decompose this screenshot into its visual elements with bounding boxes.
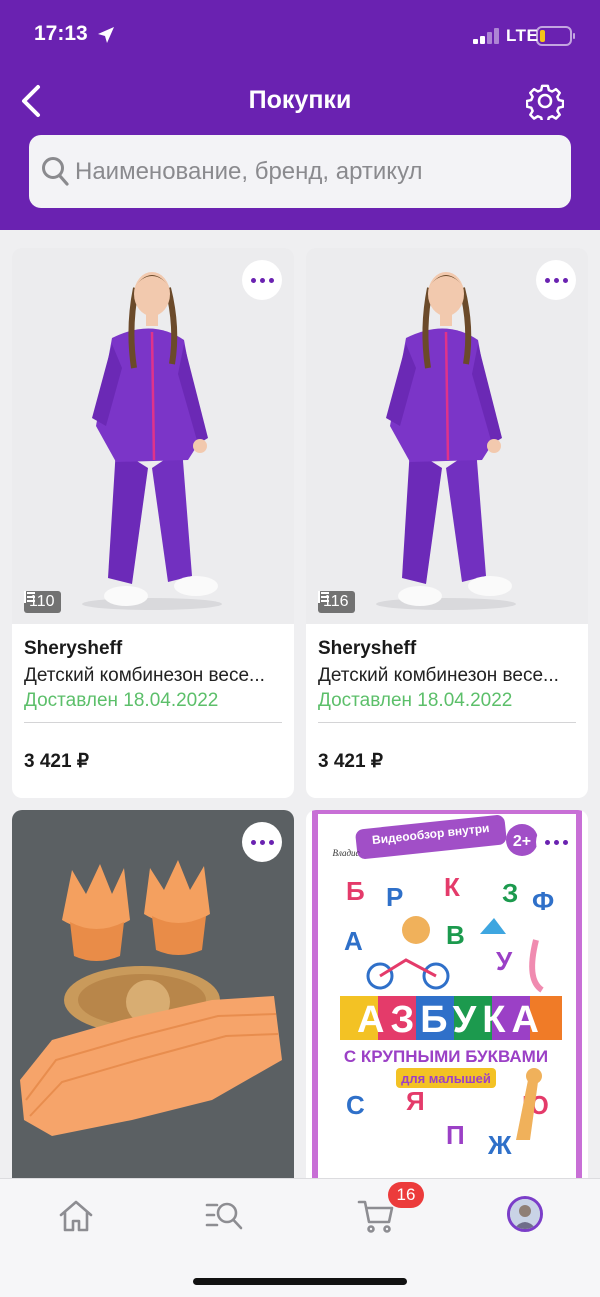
status-time: 17:13 [34,22,88,45]
cover-publisher: Владис [332,848,359,858]
more-options-button[interactable] [536,260,576,300]
signal-icon [473,28,499,44]
cover-ribbon: для малышей [401,1071,491,1086]
svg-text:З: З [502,878,518,908]
delivery-status: Доставлен 18.04.2022 [24,690,219,711]
svg-text:С: С [346,1090,365,1120]
azbuka-book-cover: Видеообзор внутри 2+ Владис Б Р К З Ф А … [306,810,588,1178]
gear-icon[interactable] [526,82,564,120]
home-icon[interactable] [56,1196,96,1236]
size-badge: 110 [24,591,61,613]
location-arrow-icon [98,27,114,43]
svg-text:В: В [446,920,465,950]
svg-text:У: У [496,946,513,976]
girl-jumpsuit-illustration [306,248,588,624]
product-card[interactable]: 110 Sherysheff Детский комбинезон весе..… [12,248,294,798]
more-options-button[interactable] [536,822,576,862]
avatar-image [510,1199,540,1229]
svg-text:Я: Я [406,1086,425,1116]
product-price: 3 421 ₽ [24,751,89,772]
svg-text:Б: Б [346,876,365,906]
cover-title: АЗБУКА [357,999,545,1041]
product-image[interactable]: Видеообзор внутри 2+ Владис Б Р К З Ф А … [306,810,588,1178]
battery-icon [536,26,575,46]
product-image[interactable]: 110 [12,248,294,624]
app-header: 17:13 LTE Покупки [0,0,600,230]
more-options-button[interactable] [242,822,282,862]
cupcake-liners-illustration [12,810,294,1178]
search-icon [42,157,69,186]
list-icon [318,591,329,603]
svg-text:А: А [344,926,363,956]
product-card[interactable] [12,810,294,1178]
cover-subtitle: С КРУПНЫМИ БУКВАМИ [344,1047,548,1066]
divider [318,722,576,723]
page-title: Покупки [248,86,352,114]
search-input[interactable] [75,135,555,208]
product-card[interactable]: 116 Sherysheff Детский комбинезон весе..… [306,248,588,798]
svg-text:Ж: Ж [487,1130,512,1160]
cart-count-badge: 16 [388,1182,424,1208]
product-name: Детский комбинезон весе... [24,665,265,686]
list-icon [24,591,35,603]
product-brand: Sherysheff [318,638,417,659]
product-card[interactable]: Видеообзор внутри 2+ Владис Б Р К З Ф А … [306,810,588,1178]
catalog-search-icon[interactable] [204,1196,244,1236]
home-indicator [193,1278,407,1285]
product-price: 3 421 ₽ [318,751,383,772]
product-image[interactable]: 116 [306,248,588,624]
divider [24,722,282,723]
profile-avatar[interactable] [507,1196,543,1232]
size-badge: 116 [318,591,355,613]
product-brand: Sherysheff [24,638,123,659]
delivery-status: Доставлен 18.04.2022 [318,690,513,711]
svg-text:Р: Р [386,882,403,912]
search-bar[interactable] [29,135,571,208]
girl-jumpsuit-illustration [12,248,294,624]
status-bar: 17:13 LTE [0,0,600,70]
svg-text:Ф: Ф [532,886,554,916]
product-name: Детский комбинезон весе... [318,665,559,686]
product-image[interactable] [12,810,294,1178]
purchases-grid: 110 Sherysheff Детский комбинезон весе..… [0,248,600,1178]
cover-age: 2+ [513,833,531,850]
network-type: LTE [506,26,539,45]
more-options-button[interactable] [242,260,282,300]
svg-text:К: К [444,872,460,902]
svg-text:П: П [446,1120,465,1150]
